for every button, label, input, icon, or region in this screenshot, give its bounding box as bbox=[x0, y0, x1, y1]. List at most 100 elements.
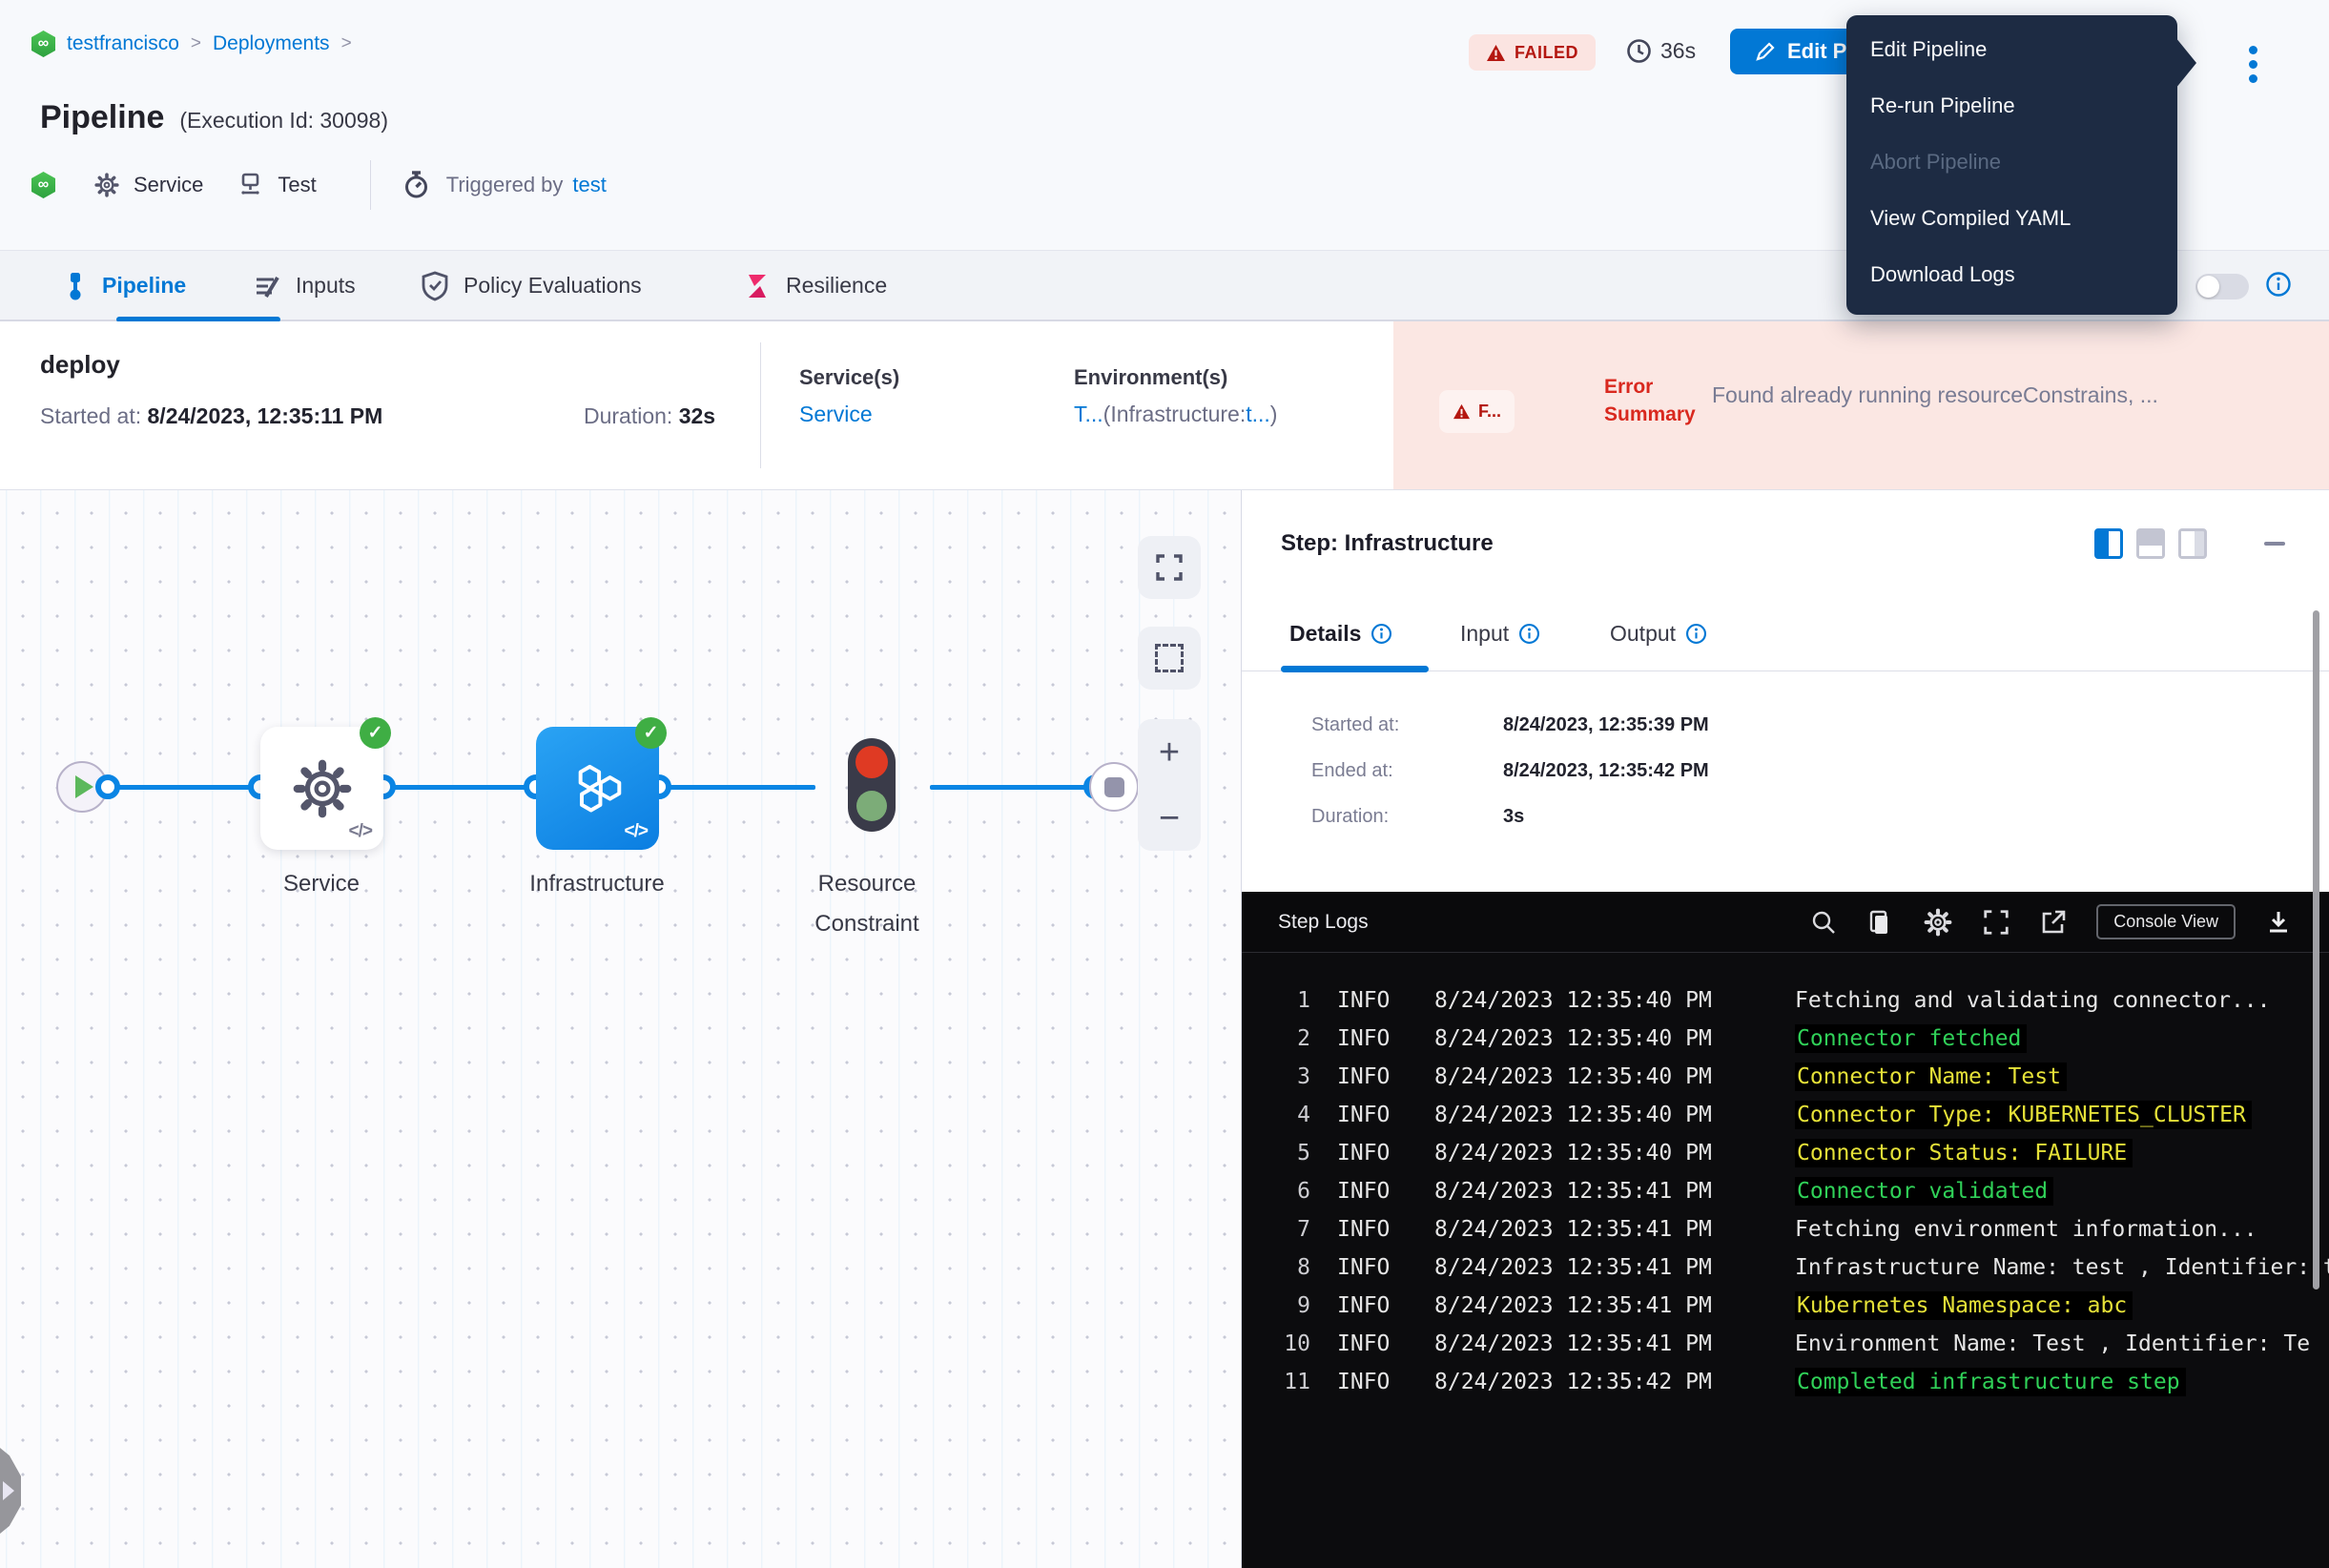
expand-left-panel-handle[interactable] bbox=[0, 1448, 21, 1534]
step-logs-header: Step Logs bbox=[1242, 892, 2329, 953]
log-timestamp: 8/24/2023 12:35:40 PM bbox=[1434, 1064, 1721, 1089]
log-message: Infrastructure Name: test , Identifier: … bbox=[1795, 1255, 2329, 1280]
canvas-select-button[interactable] bbox=[1138, 627, 1201, 690]
stage-name[interactable]: deploy bbox=[40, 350, 120, 380]
success-check-icon: ✓ bbox=[635, 717, 667, 749]
meta-divider bbox=[370, 160, 371, 210]
warning-icon bbox=[1453, 403, 1471, 420]
tab-output[interactable]: Output bbox=[1610, 621, 1707, 647]
detail-value: 8/24/2023, 12:35:42 PM bbox=[1503, 760, 1709, 782]
log-level: INFO bbox=[1337, 1217, 1398, 1242]
panel-scrollbar[interactable] bbox=[2313, 610, 2319, 1289]
detail-label: Ended at: bbox=[1311, 760, 1503, 782]
log-message: Connector Type: KUBERNETES_CLUSTER bbox=[1795, 1101, 2252, 1129]
info-icon bbox=[1371, 623, 1392, 645]
warning-icon bbox=[1486, 44, 1506, 62]
log-line-number: 7 bbox=[1259, 1217, 1310, 1242]
canvas-fullscreen-button[interactable] bbox=[1138, 536, 1201, 599]
environment-value[interactable]: T...(Infrastructure:t...) bbox=[1074, 402, 1277, 427]
stage-duration: Duration: 32s bbox=[584, 403, 715, 429]
gear-icon[interactable] bbox=[1923, 907, 1953, 938]
log-line-number: 5 bbox=[1259, 1141, 1310, 1166]
zoom-out-button[interactable]: − bbox=[1159, 800, 1180, 836]
step-logs-title: Step Logs bbox=[1278, 911, 1369, 934]
log-level: INFO bbox=[1337, 1331, 1398, 1356]
env-infra-prefix: (Infrastructure: bbox=[1103, 402, 1247, 426]
edge-start-service bbox=[108, 785, 260, 790]
log-line-number: 2 bbox=[1259, 1026, 1310, 1051]
layout-right-panel-icon[interactable] bbox=[2178, 528, 2207, 559]
detail-value: 8/24/2023, 12:35:39 PM bbox=[1503, 714, 1709, 736]
log-line: 2INFO8/24/2023 12:35:40 PMConnector fetc… bbox=[1242, 1020, 2329, 1058]
menu-item[interactable]: Re-run Pipeline bbox=[1846, 77, 2177, 134]
play-icon bbox=[75, 775, 93, 798]
log-message: Connector Name: Test bbox=[1795, 1063, 2067, 1091]
triggered-by-label: Triggered by bbox=[446, 173, 564, 197]
started-at-label: Started at: bbox=[40, 403, 141, 428]
service-step-node[interactable]: ✓ </> bbox=[260, 727, 383, 850]
resilience-icon bbox=[743, 271, 772, 301]
triggered-by-value[interactable]: test bbox=[572, 173, 606, 197]
open-external-icon[interactable] bbox=[2039, 908, 2068, 937]
tab-policy-evaluations[interactable]: Policy Evaluations bbox=[421, 251, 642, 320]
menu-item[interactable]: View Compiled YAML bbox=[1846, 190, 2177, 246]
error-summary-text[interactable]: Found already running resourceConstrains… bbox=[1712, 382, 2313, 408]
marquee-select-icon bbox=[1155, 644, 1184, 672]
env-close-paren: ) bbox=[1270, 402, 1278, 426]
cd-module-icon: ∞ bbox=[31, 172, 55, 198]
environment-name[interactable]: Test bbox=[278, 173, 316, 197]
step-logs-toolbar: Console View bbox=[1810, 904, 2293, 939]
edge-constraint-end bbox=[930, 785, 1102, 790]
more-options-button[interactable] bbox=[2241, 36, 2264, 92]
stage-started: Started at: 8/24/2023, 12:35:11 PM bbox=[40, 403, 382, 429]
log-line: 3INFO8/24/2023 12:35:40 PMConnector Name… bbox=[1242, 1058, 2329, 1096]
node-label-service: Service bbox=[216, 864, 426, 904]
tab-inputs[interactable]: Inputs bbox=[253, 251, 356, 320]
minimize-panel-button[interactable] bbox=[2264, 542, 2285, 546]
console-view-button[interactable]: Console View bbox=[2096, 904, 2236, 939]
breadcrumb-deployments-link[interactable]: Deployments bbox=[213, 32, 330, 55]
download-icon[interactable] bbox=[2264, 908, 2293, 937]
tab-details[interactable]: Details bbox=[1289, 621, 1392, 647]
log-level: INFO bbox=[1337, 1179, 1398, 1204]
layout-split-horizontal-icon[interactable] bbox=[2136, 528, 2165, 559]
chevron-right-icon bbox=[3, 1481, 14, 1500]
search-icon[interactable] bbox=[1810, 909, 1837, 936]
log-timestamp: 8/24/2023 12:35:40 PM bbox=[1434, 1141, 1721, 1166]
resource-constraint-node[interactable] bbox=[848, 738, 896, 832]
tab-pipeline[interactable]: Pipeline bbox=[61, 251, 186, 320]
log-line: 11INFO8/24/2023 12:35:42 PMCompleted inf… bbox=[1242, 1363, 2329, 1401]
log-line: 10INFO8/24/2023 12:35:41 PMEnvironment N… bbox=[1242, 1325, 2329, 1363]
status-label: FAILED bbox=[1515, 43, 1578, 63]
fullscreen-icon[interactable] bbox=[1982, 908, 2010, 937]
log-lines[interactable]: 1INFO8/24/2023 12:35:40 PMFetching and v… bbox=[1242, 953, 2329, 1401]
duration-value: 32s bbox=[679, 403, 715, 428]
duration-label: Duration: bbox=[584, 403, 672, 428]
info-icon[interactable] bbox=[2265, 271, 2292, 298]
tab-resilience[interactable]: Resilience bbox=[743, 251, 887, 320]
service-name[interactable]: Service bbox=[134, 173, 203, 197]
edge-infra-constraint bbox=[659, 785, 815, 790]
environments-column-label: Environment(s) bbox=[1074, 365, 1227, 390]
layout-split-vertical-icon[interactable] bbox=[2094, 528, 2123, 559]
step-panel-title: Step: Infrastructure bbox=[1281, 530, 1494, 557]
service-link[interactable]: Service bbox=[799, 402, 873, 427]
tab-label: Resilience bbox=[786, 273, 887, 299]
breadcrumb: ∞ testfrancisco > Deployments > bbox=[31, 31, 352, 57]
end-node[interactable] bbox=[1089, 762, 1139, 812]
error-summary-zone: F... Error Summary Found already running… bbox=[1393, 321, 2329, 489]
log-message: Fetching and validating connector... bbox=[1795, 988, 2271, 1013]
menu-item[interactable]: Edit Pipeline bbox=[1846, 21, 2177, 77]
breadcrumb-account-link[interactable]: testfrancisco bbox=[67, 32, 179, 55]
view-toggle[interactable] bbox=[2195, 274, 2249, 299]
zoom-in-button[interactable]: + bbox=[1159, 734, 1180, 771]
copy-icon[interactable] bbox=[1865, 908, 1894, 937]
env-name-truncated[interactable]: T... bbox=[1074, 402, 1103, 426]
tab-input[interactable]: Input bbox=[1460, 621, 1540, 647]
pipeline-canvas[interactable]: ✓ </> ✓ </> Service Infrastructure Resou… bbox=[0, 490, 1242, 1568]
panel-layout-switcher bbox=[2094, 528, 2207, 559]
tab-label: Details bbox=[1289, 621, 1361, 647]
infrastructure-step-node[interactable]: ✓ </> bbox=[536, 727, 659, 850]
env-infra-truncated[interactable]: t... bbox=[1246, 402, 1270, 426]
menu-item[interactable]: Download Logs bbox=[1846, 246, 2177, 302]
